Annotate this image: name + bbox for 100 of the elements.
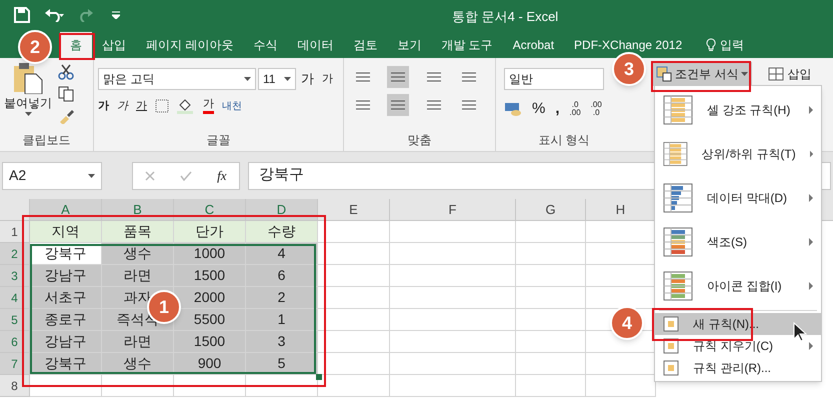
scissors-icon[interactable] [58, 64, 74, 80]
row-header[interactable]: 8 [0, 375, 30, 397]
table-cell [516, 221, 586, 243]
grow-font-button[interactable]: 가 [298, 69, 317, 89]
submenu-arrow-icon [810, 150, 813, 158]
column-header[interactable]: G [516, 199, 586, 220]
shrink-font-button[interactable]: 가 [319, 70, 336, 88]
font-color-button[interactable]: 가 [203, 98, 214, 114]
name-box[interactable]: A2 [2, 162, 102, 190]
table-cell: 3 [246, 331, 318, 353]
submenu-arrow-icon [809, 106, 813, 114]
menu-item[interactable]: 규칙 관리(R)... [655, 357, 821, 379]
column-header[interactable]: A [30, 199, 102, 220]
ribbon-tab[interactable]: 데이터 [287, 32, 344, 58]
table-cell [516, 331, 586, 353]
menu-item[interactable]: 아이콘 집합(I) [655, 264, 821, 308]
border-icon[interactable] [155, 99, 169, 114]
ribbon-tab[interactable]: 수식 [243, 32, 288, 58]
table-cell [318, 309, 390, 331]
fill-color-icon[interactable] [177, 98, 195, 114]
ribbon-tab[interactable]: Acrobat [502, 32, 564, 58]
caret-icon [741, 72, 748, 76]
undo-icon[interactable] [44, 8, 64, 22]
table-cell [318, 265, 390, 287]
table-cell: 900 [174, 353, 246, 375]
rule-icon [663, 139, 688, 169]
column-header[interactable]: D [246, 199, 318, 220]
column-header[interactable]: B [102, 199, 174, 220]
table-cell [318, 287, 390, 309]
brush-icon[interactable] [58, 108, 74, 124]
table-cell: 강남구 [30, 331, 102, 353]
row-header[interactable]: 1 [0, 221, 30, 243]
table-cell [102, 375, 174, 397]
row-header[interactable]: 3 [0, 265, 30, 287]
save-icon[interactable] [14, 7, 30, 23]
table-cell [516, 265, 586, 287]
phonetic-button[interactable]: 내천 [222, 100, 242, 112]
table-cell: 종로구 [30, 309, 102, 331]
row-header[interactable]: 2 [0, 243, 30, 265]
group-label: 맞춤 [406, 132, 432, 149]
percent-button[interactable]: % [532, 98, 546, 120]
caret-icon [244, 77, 251, 81]
italic-button[interactable]: 가 [117, 98, 128, 114]
table-cell [516, 375, 586, 397]
bold-button[interactable]: 가 [98, 98, 109, 114]
decimal-button[interactable]: .00 .0 [590, 101, 602, 118]
table-cell: 지역 [30, 221, 102, 243]
caret-icon [24, 112, 32, 116]
table-cell [174, 375, 246, 397]
tell-me-text[interactable]: 입력 [720, 36, 744, 54]
rule-icon [663, 183, 693, 213]
clipboard-icon [13, 62, 43, 94]
insert-function-button[interactable]: fx [217, 166, 227, 186]
table-cell: 라면 [102, 331, 174, 353]
copy-icon[interactable] [58, 86, 74, 102]
highlight-frame [59, 33, 95, 60]
fill-handle[interactable] [316, 374, 322, 380]
window-title: 통합 문서4 - Excel [452, 8, 558, 26]
row-header[interactable]: 7 [0, 353, 30, 375]
mouse-pointer-icon [793, 322, 807, 342]
decimal-button[interactable]: .0 .00 [570, 101, 581, 118]
group-label: 글꼴 [206, 132, 232, 149]
row-header[interactable]: 4 [0, 287, 30, 309]
font-size-field[interactable]: 11 [258, 68, 296, 90]
lightbulb-icon [706, 38, 716, 52]
submenu-arrow-icon [809, 282, 813, 290]
check-icon[interactable] [180, 170, 192, 180]
paste-button[interactable]: 붙여넣기 [4, 62, 52, 131]
row-header[interactable]: 6 [0, 331, 30, 353]
customize-icon[interactable] [112, 11, 120, 19]
column-header[interactable]: C [174, 199, 246, 220]
number-format-field[interactable]: 일반 [504, 68, 604, 90]
group-label: 클립보드 [22, 132, 72, 149]
table-cell: 강남구 [30, 265, 102, 287]
underline-button[interactable]: 가 [136, 98, 147, 114]
ribbon-tab[interactable]: 페이지 레이아웃 [136, 32, 244, 58]
align-icon[interactable] [387, 94, 410, 116]
font-name-field[interactable]: 맑은 고딕 [98, 68, 256, 90]
column-header[interactable]: E [318, 199, 390, 220]
menu-item[interactable]: 셀 강조 규칙(H) [655, 88, 821, 132]
ribbon-tab[interactable]: 홈 [60, 32, 92, 58]
table-cell: 단가 [174, 221, 246, 243]
table-cell: 생수 [102, 353, 174, 375]
menu-item[interactable]: 색조(S) [655, 220, 821, 264]
row-header[interactable]: 5 [0, 309, 30, 331]
currency-icon[interactable] [504, 101, 522, 118]
ribbon-tab[interactable]: 삽입 [92, 32, 136, 58]
caret-icon [284, 77, 291, 81]
table-cell: 서초구 [30, 287, 102, 309]
ribbon-tab[interactable]: 검토 [343, 32, 388, 58]
table-cell: 라면 [102, 265, 174, 287]
caret-icon [88, 174, 95, 178]
column-header[interactable]: F [390, 199, 516, 220]
ribbon-tab[interactable]: 보기 [387, 32, 432, 58]
table-cell [30, 375, 102, 397]
table-cell [516, 309, 586, 331]
align-icon[interactable] [387, 66, 410, 88]
comma-button[interactable]: , [555, 98, 560, 120]
submenu-arrow-icon [809, 194, 813, 202]
ribbon-tab[interactable]: 개발 도구 [431, 32, 503, 58]
